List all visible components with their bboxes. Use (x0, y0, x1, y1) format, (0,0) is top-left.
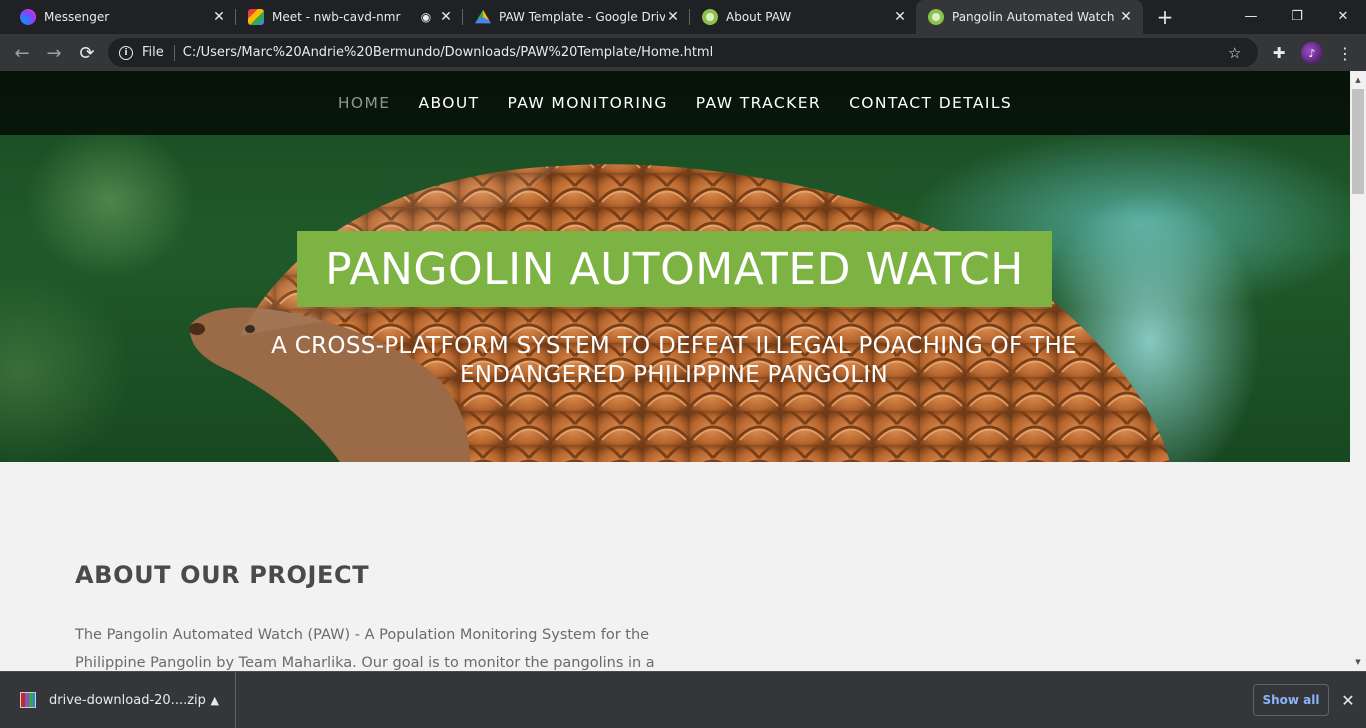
tab-meet[interactable]: Meet - nwb-cavd-nmr ◉ ✕ (228, 0, 463, 34)
scroll-down-arrow-icon[interactable]: ▼ (1350, 655, 1366, 669)
hero-title: PANGOLIN AUTOMATED WATCH (297, 231, 1052, 307)
site-navigation: HOME ABOUT PAW MONITORING PAW TRACKER CO… (0, 71, 1350, 135)
tab-google-drive[interactable]: PAW Template - Google Drive ✕ (455, 0, 690, 34)
menu-kebab-icon[interactable]: ⋮ (1334, 42, 1356, 64)
about-section-title: ABOUT OUR PROJECT (75, 561, 370, 589)
new-tab-button[interactable]: + (1153, 5, 1177, 29)
window-close-button[interactable]: ✕ (1320, 0, 1366, 32)
tab-title: About PAW (726, 10, 792, 24)
forward-button[interactable]: → (41, 40, 67, 66)
tab-about-paw[interactable]: About PAW ✕ (682, 0, 917, 34)
url-text[interactable]: C:/Users/Marc%20Andrie%20Bermundo/Downlo… (183, 45, 1228, 60)
close-shelf-icon[interactable]: ✕ (1338, 690, 1358, 710)
nav-paw-monitoring[interactable]: PAW MONITORING (507, 94, 667, 112)
about-section-body: The Pangolin Automated Watch (PAW) - A P… (75, 621, 665, 671)
scrollbar-thumb[interactable] (1352, 89, 1364, 194)
profile-avatar[interactable]: ♪ (1301, 42, 1323, 64)
about-text-line: Philippine Pangolin by Team Maharlika. O… (75, 655, 655, 671)
restore-button[interactable]: ❐ (1274, 0, 1320, 32)
file-scheme-label: File (142, 45, 164, 60)
paw-site-icon (702, 9, 718, 25)
close-tab-icon[interactable]: ✕ (1118, 9, 1134, 25)
close-tab-icon[interactable]: ✕ (665, 9, 681, 25)
address-bar[interactable]: i File C:/Users/Marc%20Andrie%20Bermundo… (108, 38, 1258, 67)
tab-title: Messenger (44, 10, 110, 24)
close-tab-icon[interactable]: ✕ (892, 9, 908, 25)
messenger-icon (20, 9, 36, 25)
tab-messenger[interactable]: Messenger ✕ (0, 0, 236, 34)
tab-strip: Messenger ✕ Meet - nwb-cavd-nmr ◉ ✕ PAW … (0, 0, 1366, 34)
tab-title: Pangolin Automated Watch (952, 10, 1115, 24)
close-tab-icon[interactable]: ✕ (438, 9, 454, 25)
browser-toolbar: ← → ⟳ i File C:/Users/Marc%20Andrie%20Be… (0, 34, 1366, 71)
reload-button[interactable]: ⟳ (74, 40, 100, 66)
recording-icon: ◉ (420, 10, 432, 24)
minimize-button[interactable]: — (1228, 0, 1274, 32)
hero-subtitle-line: ENDANGERED PHILIPPINE PANGOLIN (459, 362, 889, 388)
omnibox-divider (173, 44, 175, 61)
site-info-icon[interactable]: i (119, 45, 133, 60)
hero-subtitle-line: A CROSS-PLATFORM SYSTEM TO DEFEAT ILLEGA… (271, 333, 1077, 359)
bookmark-star-icon[interactable]: ☆ (1228, 44, 1248, 62)
tab-title: PAW Template - Google Drive (499, 10, 665, 24)
extensions-puzzle-icon[interactable]: ✚ (1268, 42, 1290, 64)
scroll-up-arrow-icon[interactable]: ▲ (1350, 73, 1366, 87)
nav-contact-details[interactable]: CONTACT DETAILS (849, 94, 1012, 112)
hero-banner: HOME ABOUT PAW MONITORING PAW TRACKER CO… (0, 71, 1350, 462)
nav-paw-tracker[interactable]: PAW TRACKER (696, 94, 821, 112)
back-button[interactable]: ← (9, 40, 35, 66)
close-tab-icon[interactable]: ✕ (211, 9, 227, 25)
tab-title: Meet - nwb-cavd-nmr (272, 10, 401, 24)
google-drive-icon (475, 9, 491, 24)
show-all-downloads-button[interactable]: Show all (1253, 684, 1329, 716)
chevron-up-icon[interactable]: ▲ (211, 694, 219, 707)
about-text-line: The Pangolin Automated Watch (PAW) - A P… (75, 627, 650, 643)
nav-about[interactable]: ABOUT (418, 94, 479, 112)
hero-subtitle: A CROSS-PLATFORM SYSTEM TO DEFEAT ILLEGA… (200, 332, 1148, 390)
page-viewport: HOME ABOUT PAW MONITORING PAW TRACKER CO… (0, 71, 1350, 671)
paw-site-icon (928, 9, 944, 25)
zip-archive-icon (20, 692, 36, 708)
google-meet-icon (248, 9, 264, 25)
page-scrollbar[interactable]: ▲ ▼ (1350, 71, 1366, 671)
download-file-name: drive-download-20....zip (49, 692, 206, 708)
download-shelf: drive-download-20....zip ▲ Show all ✕ (0, 671, 1366, 728)
download-item[interactable]: drive-download-20....zip ▲ (0, 672, 236, 728)
tab-pangolin-automated-watch[interactable]: Pangolin Automated Watch ✕ (916, 0, 1143, 34)
nav-home[interactable]: HOME (338, 94, 391, 112)
